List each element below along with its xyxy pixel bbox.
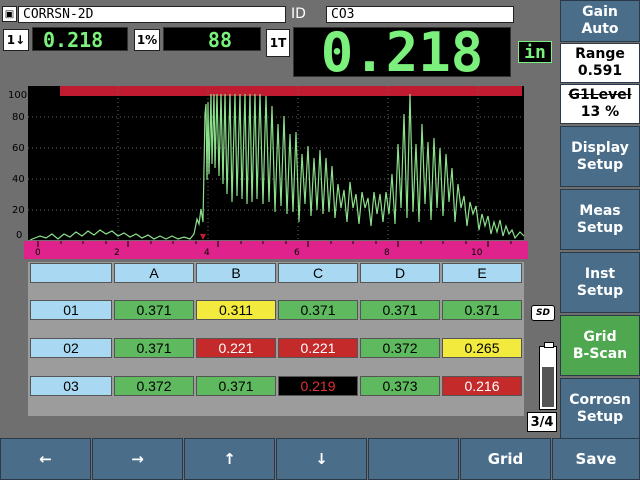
grid-cell[interactable]: 0.219 bbox=[278, 376, 358, 396]
corrosn-label: Corrosn bbox=[569, 391, 631, 408]
a-scan-waveform[interactable]: 100 80 60 40 20 0 0 2 4 6 8 10 bbox=[0, 84, 528, 266]
grid-cell[interactable]: 0.372 bbox=[360, 338, 440, 358]
range-button[interactable]: Range 0.591 bbox=[560, 43, 640, 83]
grid-button[interactable]: Grid bbox=[460, 438, 551, 480]
range-label: Range bbox=[575, 46, 625, 62]
min-thickness-value: 0.218 bbox=[32, 27, 128, 52]
grid-cell[interactable]: 0.265 bbox=[442, 338, 522, 358]
grid-cell[interactable]: 0.371 bbox=[114, 300, 194, 320]
grid-cell[interactable]: 0.311 bbox=[196, 300, 276, 320]
column-header[interactable]: D bbox=[360, 263, 440, 283]
grid-cell[interactable]: 0.371 bbox=[196, 376, 276, 396]
column-header[interactable]: A bbox=[114, 263, 194, 283]
thickness-grid: A B C D E 01 0.371 0.311 0.371 0.371 0.3… bbox=[28, 262, 524, 416]
thickness-value: 0.218 bbox=[293, 26, 511, 80]
grid-cell[interactable]: 0.221 bbox=[196, 338, 276, 358]
x-tick: 10 bbox=[471, 248, 483, 258]
inst-setup-button[interactable]: Inst Setup bbox=[560, 252, 640, 313]
right-arrow-button[interactable]: → bbox=[92, 438, 183, 480]
gain-button[interactable]: Gain Auto bbox=[560, 0, 640, 42]
display-sub: Setup bbox=[576, 156, 624, 173]
row-header[interactable]: 03 bbox=[30, 376, 112, 396]
display-label: Display bbox=[571, 139, 629, 156]
up-arrow-button[interactable]: ↑ bbox=[184, 438, 275, 480]
inst-label: Inst bbox=[584, 265, 616, 282]
grid-cell[interactable]: 0.216 bbox=[442, 376, 522, 396]
y-tick: 40 bbox=[12, 174, 25, 185]
grid-label: Grid bbox=[583, 328, 617, 345]
grid-cell[interactable]: 0.372 bbox=[114, 376, 194, 396]
corrosn-setup-button[interactable]: Corrosn Setup bbox=[560, 378, 640, 439]
grid-cell[interactable]: 0.371 bbox=[114, 338, 194, 358]
percent-icon: 1% bbox=[134, 29, 160, 51]
blank-button[interactable] bbox=[368, 438, 459, 480]
row-header[interactable]: 02 bbox=[30, 338, 112, 358]
x-tick: 8 bbox=[384, 248, 390, 258]
id-label: ID bbox=[291, 6, 306, 22]
grid-sub: B-Scan bbox=[572, 345, 628, 362]
y-tick: 0 bbox=[16, 230, 22, 241]
grid-cell[interactable]: 0.371 bbox=[360, 300, 440, 320]
grid-cell[interactable]: 0.373 bbox=[360, 376, 440, 396]
y-tick: 60 bbox=[12, 143, 25, 154]
grid-cell[interactable]: 0.371 bbox=[442, 300, 522, 320]
page-indicator: 3/4 bbox=[527, 412, 557, 432]
file-icon: ▣ bbox=[2, 6, 17, 22]
percent-value: 88 bbox=[163, 27, 261, 52]
down-arrow-button[interactable]: ↓ bbox=[276, 438, 367, 480]
x-tick: 2 bbox=[114, 248, 120, 258]
min-thickness-icon: 1↓ bbox=[3, 29, 29, 51]
x-tick: 4 bbox=[204, 248, 210, 258]
inst-sub: Setup bbox=[576, 282, 624, 299]
meas-sub: Setup bbox=[576, 219, 624, 236]
column-header[interactable]: E bbox=[442, 263, 522, 283]
grid-cell[interactable]: 0.371 bbox=[278, 300, 358, 320]
y-tick: 20 bbox=[12, 205, 25, 216]
gain-label: Gain bbox=[582, 4, 618, 20]
row-header[interactable]: 01 bbox=[30, 300, 112, 320]
g1level-value: 13 % bbox=[580, 104, 620, 120]
g1level-button[interactable]: G1Level 13 % bbox=[560, 84, 640, 124]
y-tick: 100 bbox=[8, 90, 27, 101]
gain-value: Auto bbox=[581, 21, 619, 37]
unit-label: in bbox=[518, 41, 552, 63]
column-header[interactable]: B bbox=[196, 263, 276, 283]
y-tick: 80 bbox=[12, 112, 25, 123]
meas-setup-button[interactable]: Meas Setup bbox=[560, 189, 640, 250]
thickness-icon: 1T bbox=[266, 29, 290, 57]
sd-card-icon: SD bbox=[531, 305, 555, 321]
x-tick: 0 bbox=[35, 248, 41, 258]
column-header[interactable]: C bbox=[278, 263, 358, 283]
meas-label: Meas bbox=[579, 202, 621, 219]
g1level-label: G1Level bbox=[568, 87, 632, 103]
left-arrow-button[interactable]: ← bbox=[0, 438, 91, 480]
x-tick: 6 bbox=[294, 248, 300, 258]
grid-bscan-button[interactable]: Grid B-Scan bbox=[560, 315, 640, 376]
corrosn-sub: Setup bbox=[576, 408, 624, 425]
grid-corner bbox=[30, 263, 112, 283]
grid-cell[interactable]: 0.221 bbox=[278, 338, 358, 358]
battery-icon bbox=[539, 342, 557, 410]
range-value: 0.591 bbox=[577, 63, 623, 79]
save-button[interactable]: Save bbox=[552, 438, 640, 480]
display-setup-button[interactable]: Display Setup bbox=[560, 126, 640, 187]
file-name-field[interactable]: CORRSN-2D bbox=[18, 6, 286, 23]
